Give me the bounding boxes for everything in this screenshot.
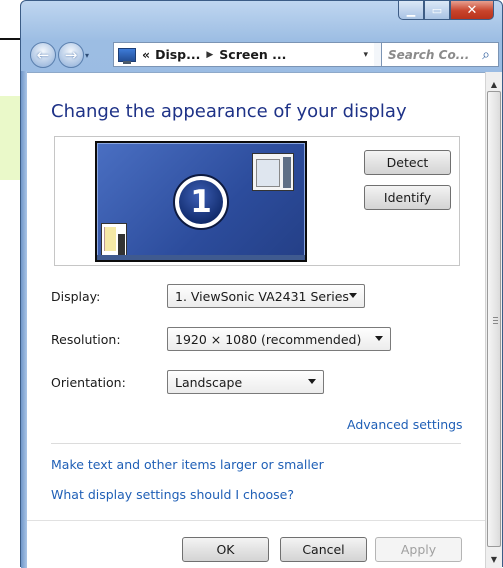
- search-box[interactable]: ⌕: [381, 42, 499, 67]
- chevron-down-icon: [375, 336, 383, 341]
- recent-pages-button[interactable]: ▾: [85, 51, 97, 60]
- chevron-down-icon: [349, 293, 357, 298]
- display-control-panel-icon: [118, 47, 136, 64]
- minimize-button[interactable]: ▁: [398, 1, 424, 20]
- window-thumbnail-icon: [252, 153, 294, 191]
- close-button[interactable]: ✕: [450, 1, 494, 20]
- cancel-button[interactable]: Cancel: [280, 537, 367, 562]
- scroll-down-icon[interactable]: ▼: [486, 551, 502, 568]
- minimize-icon: ▁: [406, 3, 416, 17]
- background-highlight: [0, 96, 22, 180]
- display-label: Display:: [51, 289, 101, 304]
- search-icon[interactable]: ⌕: [478, 47, 494, 63]
- divider: [51, 443, 461, 444]
- scrollbar-thumb[interactable]: [487, 91, 501, 547]
- apply-button: Apply: [375, 537, 462, 562]
- resolution-label: Resolution:: [51, 332, 121, 347]
- resolution-select[interactable]: 1920 × 1080 (recommended): [167, 327, 391, 351]
- breadcrumb-separator-icon[interactable]: ▶: [206, 50, 213, 60]
- advanced-settings-link[interactable]: Advanced settings: [347, 417, 463, 432]
- close-icon: ✕: [466, 2, 478, 18]
- monitor-1-thumbnail[interactable]: 1: [95, 141, 307, 262]
- orientation-select[interactable]: Landscape: [167, 370, 324, 394]
- maximize-button[interactable]: ▭: [424, 1, 450, 20]
- ok-button[interactable]: OK: [182, 537, 269, 562]
- identify-button[interactable]: Identify: [364, 185, 451, 210]
- caption-buttons: ▁ ▭ ✕: [398, 1, 494, 20]
- maximize-icon: ▭: [431, 3, 443, 17]
- grip-icon: [493, 317, 498, 324]
- orientation-label: Orientation:: [51, 375, 126, 390]
- display-select[interactable]: 1. ViewSonic VA2431 Series: [167, 284, 365, 308]
- back-button[interactable]: ←: [30, 42, 56, 68]
- content-pane: Change the appearance of your display 1 …: [27, 72, 485, 568]
- orientation-select-value: Landscape: [175, 374, 243, 390]
- taskbar-thumbnail: [97, 255, 305, 260]
- forward-arrow-icon: →: [64, 46, 78, 64]
- chevron-down-icon: [308, 379, 316, 384]
- navigation-bar: ← → ▾ « Disp... ▶ Screen ... ▾ ↻ ⌕: [27, 39, 499, 71]
- resolution-select-value: 1920 × 1080 (recommended): [175, 331, 362, 347]
- search-input[interactable]: [382, 47, 478, 62]
- monitor-number: 1: [179, 180, 223, 224]
- display-select-value: 1. ViewSonic VA2431 Series: [175, 288, 349, 304]
- breadcrumb-display[interactable]: Disp...: [155, 47, 200, 62]
- monitor-number-badge: 1: [173, 174, 229, 230]
- address-dropdown-icon[interactable]: ▾: [363, 50, 368, 60]
- address-bar[interactable]: « Disp... ▶ Screen ... ▾ ↻: [113, 42, 404, 67]
- back-arrow-icon: ←: [36, 46, 50, 64]
- footer-divider: [27, 520, 485, 521]
- display-preview-area: 1 Detect Identify: [54, 136, 460, 266]
- breadcrumb-overflow[interactable]: «: [142, 47, 150, 62]
- display-settings-help-link[interactable]: What display settings should I choose?: [51, 487, 294, 502]
- detect-button[interactable]: Detect: [364, 150, 451, 175]
- text-size-link[interactable]: Make text and other items larger or smal…: [51, 457, 324, 472]
- breadcrumb-screen-resolution[interactable]: Screen ...: [219, 47, 286, 62]
- background-left: [0, 0, 22, 567]
- vertical-scrollbar[interactable]: ▲ ▼: [485, 72, 502, 568]
- screen-resolution-window: ▁ ▭ ✕ ← → ▾ « Disp... ▶ Screen ... ▾ ↻: [20, 0, 503, 568]
- forward-button[interactable]: →: [58, 42, 84, 68]
- tray-thumbnail-icon: [101, 223, 127, 259]
- page-title: Change the appearance of your display: [51, 101, 407, 122]
